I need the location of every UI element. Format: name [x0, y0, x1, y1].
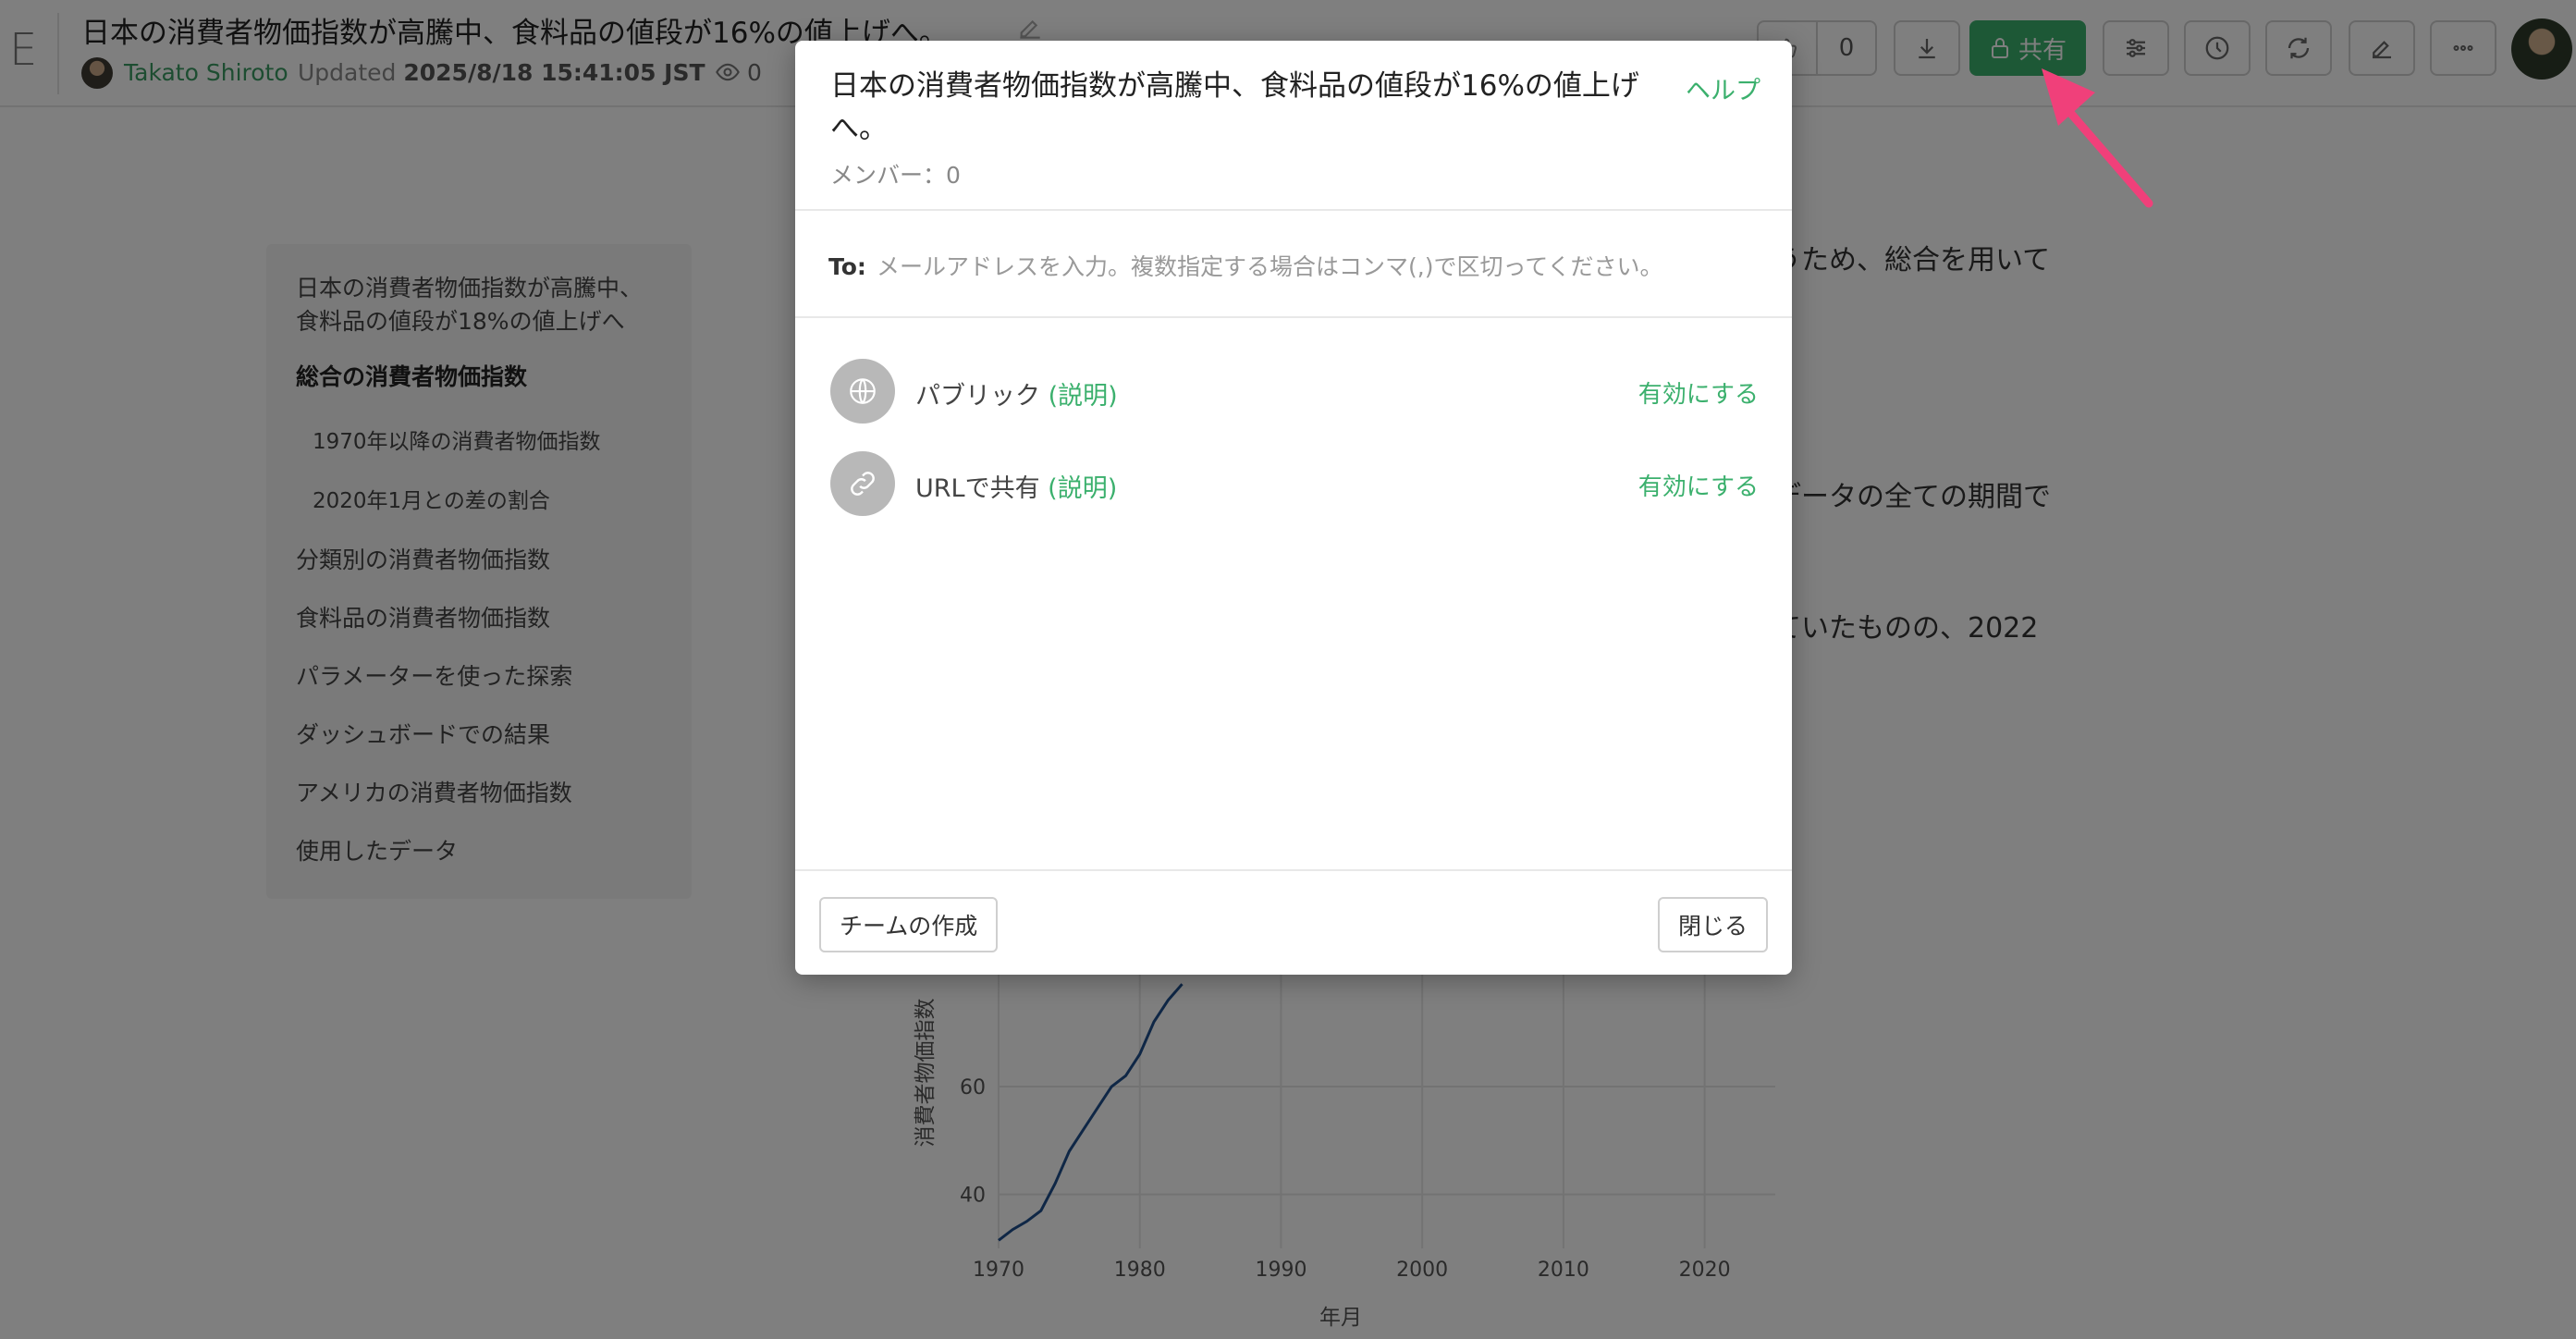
globe-icon [830, 359, 895, 424]
enable-url-share-button[interactable]: 有効にする [1638, 468, 1759, 502]
dialog-title: 日本の消費者物価指数が高騰中、食料品の値段が16%の値上げへ。 [830, 69, 1639, 145]
link-icon [830, 451, 895, 516]
annotation-arrow-icon [2042, 68, 2153, 208]
close-button[interactable]: 閉じる [1657, 897, 1768, 952]
explain-link[interactable]: (説明) [1049, 382, 1118, 411]
public-option: パブリック (説明) 有効にする [830, 359, 1759, 424]
share-dialog: 日本の消費者物価指数が高騰中、食料品の値段が16%の値上げへ。 ヘルプ メンバー… [795, 41, 1792, 975]
enable-public-button[interactable]: 有効にする [1638, 375, 1759, 410]
email-input[interactable] [877, 246, 1755, 287]
help-link[interactable]: ヘルプ [1686, 70, 1760, 106]
member-count: メンバー：0 [830, 162, 961, 189]
public-label: パブリック [915, 382, 1040, 411]
explain-link[interactable]: (説明) [1048, 474, 1117, 503]
url-share-option: URLで共有 (説明) 有効にする [830, 451, 1759, 516]
url-share-label: URLで共有 [915, 474, 1040, 503]
recipient-row: To: [795, 213, 1792, 318]
option-label: パブリック (説明) [915, 375, 1118, 412]
to-label: To: [828, 253, 866, 280]
option-label: URLで共有 (説明) [915, 468, 1117, 504]
dialog-header: 日本の消費者物価指数が高騰中、食料品の値段が16%の値上げへ。 ヘルプ メンバー… [795, 41, 1792, 211]
dialog-footer: チームの作成 閉じる [795, 869, 1792, 975]
create-team-button[interactable]: チームの作成 [819, 897, 999, 952]
